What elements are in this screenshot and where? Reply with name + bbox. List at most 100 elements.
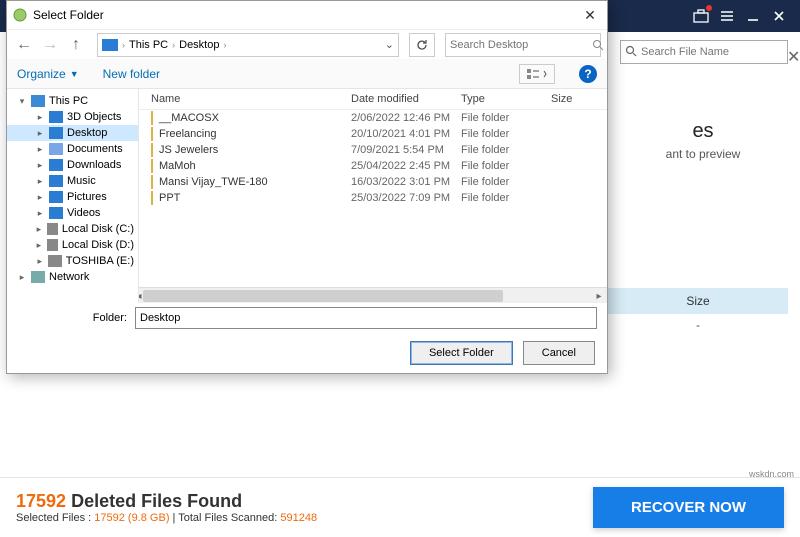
table-row[interactable]: Freelancing20/10/2021 4:01 PMFile folder	[139, 126, 607, 142]
folder-icon	[151, 111, 153, 125]
select-folder-dialog: Select Folder ✕ ← → ↑ › This PC › Deskto…	[6, 0, 608, 374]
tree-caret-icon[interactable]: ▸	[35, 256, 44, 267]
horizontal-scrollbar[interactable]: ◂ ▸	[139, 287, 607, 303]
breadcrumb-dropdown-icon[interactable]: ⌄	[385, 38, 394, 51]
refresh-button[interactable]	[409, 33, 435, 57]
folder-icon	[151, 143, 153, 157]
tree-caret-icon[interactable]: ▸	[35, 128, 45, 139]
file-list-header[interactable]: Name Date modified Type Size	[139, 89, 607, 110]
tree-label: 3D Objects	[67, 111, 121, 123]
app-footer: 17592 Deleted Files Found Selected Files…	[0, 477, 800, 537]
recover-now-button[interactable]: RECOVER NOW	[593, 487, 784, 528]
table-row[interactable]: Mansi Vijay_TWE-18016/03/2022 3:01 PMFil…	[139, 174, 607, 190]
size-value: -	[608, 314, 788, 336]
scroll-right-icon[interactable]: ▸	[591, 288, 607, 303]
view-options-button[interactable]	[519, 64, 555, 84]
tree-item[interactable]: ▸Network	[7, 269, 138, 285]
tree-label: This PC	[49, 95, 88, 107]
col-type[interactable]: Type	[461, 93, 551, 105]
dialog-search-box[interactable]	[445, 33, 601, 57]
scroll-thumb[interactable]	[143, 290, 503, 302]
tree-label: TOSHIBA (E:)	[66, 255, 134, 267]
breadcrumb[interactable]: › This PC › Desktop › ⌄	[97, 33, 399, 57]
search-icon[interactable]	[592, 39, 604, 51]
dialog-close-icon[interactable]: ✕	[579, 4, 601, 26]
folder-icon	[151, 175, 153, 189]
tree-label: Downloads	[67, 159, 121, 171]
help-icon[interactable]: ?	[579, 65, 597, 83]
table-row[interactable]: PPT25/03/2022 7:09 PMFile folder	[139, 190, 607, 206]
forward-icon[interactable]: →	[39, 34, 61, 56]
cancel-button[interactable]: Cancel	[523, 341, 595, 365]
table-row[interactable]: JS Jewelers7/09/2021 5:54 PMFile folder	[139, 142, 607, 158]
tree-item[interactable]: ▾ This PC	[7, 93, 138, 109]
folder-icon	[49, 127, 63, 139]
minimize-icon[interactable]	[744, 7, 762, 25]
preview-message: ant to preview	[618, 147, 788, 161]
tree-label: Desktop	[67, 127, 107, 139]
tree-caret-icon[interactable]: ▸	[17, 272, 27, 283]
new-folder-button[interactable]: New folder	[103, 67, 160, 81]
col-name[interactable]: Name	[151, 93, 351, 105]
tree-item[interactable]: ▸Music	[7, 173, 138, 189]
folder-icon	[47, 239, 58, 251]
dialog-nav: ← → ↑ › This PC › Desktop › ⌄	[7, 29, 607, 59]
tree-caret-icon[interactable]: ▸	[35, 208, 45, 219]
hamburger-icon[interactable]	[718, 7, 736, 25]
select-folder-button[interactable]: Select Folder	[410, 341, 513, 365]
app-search-input[interactable]	[637, 46, 787, 58]
folder-icon	[151, 191, 153, 205]
tree-label: Documents	[67, 143, 123, 155]
clear-search-icon[interactable]: ✕	[787, 47, 797, 57]
table-row[interactable]: MaMoh25/04/2022 2:45 PMFile folder	[139, 158, 607, 174]
tree-item[interactable]: ▸ Local Disk (D:)	[7, 237, 138, 253]
app-search-box[interactable]: ✕	[620, 40, 788, 64]
folder-icon	[151, 127, 153, 141]
tree-item[interactable]: ▸ Pictures	[7, 189, 138, 205]
tree-item[interactable]: ▸ TOSHIBA (E:)	[7, 253, 138, 269]
folder-icon	[49, 111, 63, 123]
tree-item[interactable]: ▸ Desktop	[7, 125, 138, 141]
folder-icon	[31, 95, 45, 107]
file-list: Name Date modified Type Size __MACOSX2/0…	[139, 89, 607, 303]
folder-icon	[47, 223, 58, 235]
table-row[interactable]: __MACOSX2/06/2022 12:46 PMFile folder	[139, 110, 607, 126]
tree-item[interactable]: ▸ Documents	[7, 141, 138, 157]
dialog-title: Select Folder	[33, 8, 104, 22]
folder-icon	[49, 207, 63, 219]
tree-caret-icon[interactable]: ▸	[35, 240, 43, 251]
folder-input[interactable]	[135, 307, 597, 329]
dialog-icon	[13, 8, 27, 22]
tree-caret-icon[interactable]: ▸	[35, 176, 45, 187]
tree-caret-icon[interactable]: ▸	[35, 144, 45, 155]
tree-label: Pictures	[67, 191, 107, 203]
folder-icon	[48, 255, 61, 267]
dialog-search-input[interactable]	[450, 39, 592, 51]
tree-caret-icon[interactable]: ▸	[35, 224, 43, 235]
organize-button[interactable]: Organize ▼	[17, 67, 79, 81]
dialog-titlebar[interactable]: Select Folder ✕	[7, 1, 607, 29]
tree-caret-icon[interactable]: ▸	[35, 112, 45, 123]
preview-pane: es ant to preview	[618, 120, 788, 161]
folder-tree[interactable]: ▾ This PC ▸ 3D Objects ▸ Desktop ▸ Documents ▸ Do…	[7, 89, 139, 303]
size-column-header[interactable]: Size	[608, 288, 788, 314]
toolbox-icon[interactable]	[692, 7, 710, 25]
tree-label: Local Disk (D:)	[62, 239, 134, 251]
app-close-icon[interactable]	[770, 7, 788, 25]
up-icon[interactable]: ↑	[65, 34, 87, 56]
tree-caret-icon[interactable]: ▸	[35, 192, 45, 203]
folder-icon	[49, 143, 63, 155]
tree-caret-icon[interactable]: ▾	[17, 96, 27, 107]
back-icon[interactable]: ←	[13, 34, 35, 56]
col-date[interactable]: Date modified	[351, 93, 461, 105]
tree-item[interactable]: ▸ Downloads	[7, 157, 138, 173]
tree-caret-icon[interactable]: ▸	[35, 160, 45, 171]
footer-heading: 17592 Deleted Files Found	[16, 491, 317, 512]
tree-item[interactable]: ▸ 3D Objects	[7, 109, 138, 125]
tree-item[interactable]: ▸Videos	[7, 205, 138, 221]
col-size[interactable]: Size	[551, 93, 591, 105]
breadcrumb-root[interactable]: This PC	[129, 39, 168, 51]
folder-icon	[151, 159, 153, 173]
breadcrumb-path[interactable]: Desktop	[179, 39, 219, 51]
tree-item[interactable]: ▸Local Disk (C:)	[7, 221, 138, 237]
